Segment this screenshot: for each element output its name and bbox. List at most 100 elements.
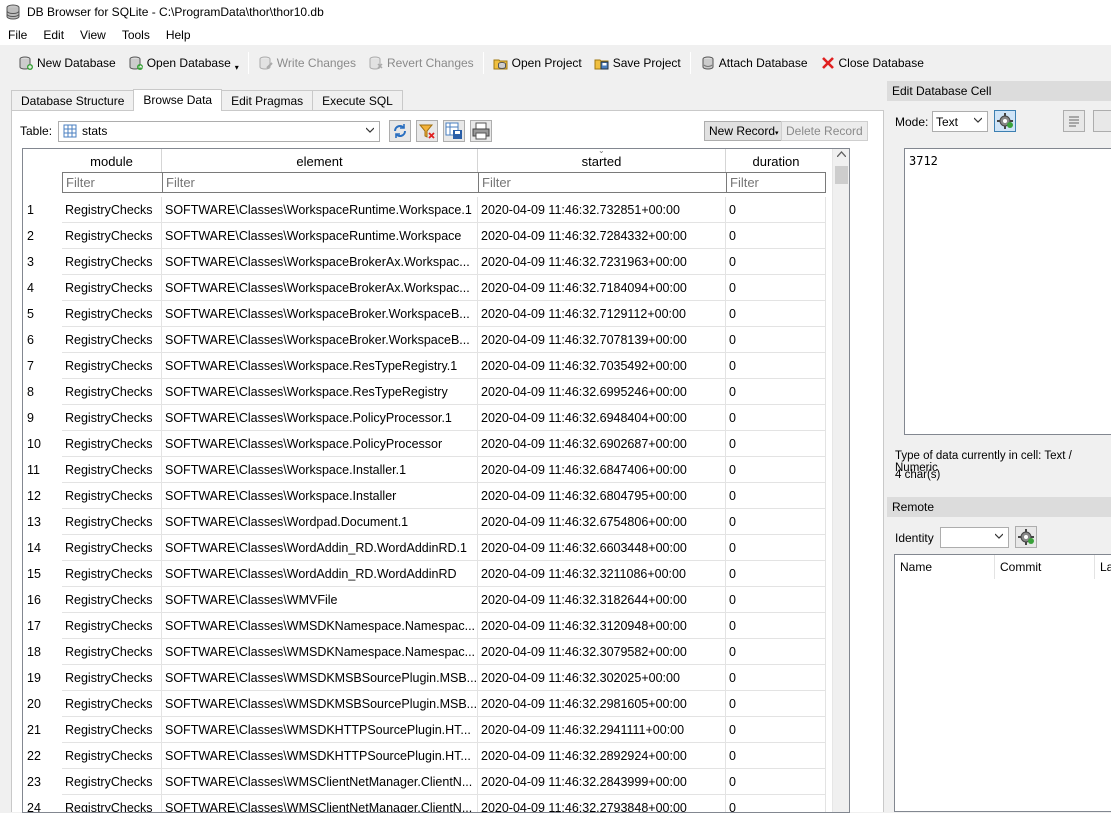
cell-module[interactable]: RegistryChecks (62, 301, 162, 327)
cell-element[interactable]: SOFTWARE\Classes\WMSDKNamespace.Namespac… (162, 613, 478, 639)
cell-element[interactable]: SOFTWARE\Classes\WMSClientNetManager.Cli… (162, 795, 478, 812)
cell-module[interactable]: RegistryChecks (62, 223, 162, 249)
cell-duration[interactable]: 0 (726, 483, 826, 509)
cell-started[interactable]: 2020-04-09 11:46:32.3182644+00:00 (478, 587, 726, 613)
cell-duration[interactable]: 0 (726, 613, 826, 639)
cell-started[interactable]: 2020-04-09 11:46:32.7035492+00:00 (478, 353, 726, 379)
cell-element[interactable]: SOFTWARE\Classes\WorkspaceBrokerAx.Works… (162, 275, 478, 301)
cell-started[interactable]: 2020-04-09 11:46:32.6804795+00:00 (478, 483, 726, 509)
cell-element[interactable]: SOFTWARE\Classes\Workspace.Installer (162, 483, 478, 509)
table-row[interactable]: 9 RegistryChecks SOFTWARE\Classes\Workspac… (23, 405, 826, 431)
table-row[interactable]: 1 RegistryChecks SOFTWARE\Classes\Workspac… (23, 197, 826, 223)
dropdown-arrow-icon[interactable]: ▾ (235, 63, 239, 72)
cell-element[interactable]: SOFTWARE\Classes\WMVFile (162, 587, 478, 613)
cell-duration[interactable]: 0 (726, 639, 826, 665)
cell-element[interactable]: SOFTWARE\Classes\WordAddin_RD.WordAddinR… (162, 561, 478, 587)
cell-duration[interactable]: 0 (726, 769, 826, 795)
save-table-button[interactable] (443, 120, 466, 142)
table-row[interactable]: 13 RegistryChecks SOFTWARE\Classes\Wordpad… (23, 509, 826, 535)
table-row[interactable]: 16 RegistryChecks SOFTWARE\Classes\WMVFile… (23, 587, 826, 613)
cell-started[interactable]: 2020-04-09 11:46:32.3211086+00:00 (478, 561, 726, 587)
cell-duration[interactable]: 0 (726, 561, 826, 587)
table-row[interactable]: 14 RegistryChecks SOFTWARE\Classes\WordAdd… (23, 535, 826, 561)
cell-started[interactable]: 2020-04-09 11:46:32.7284332+00:00 (478, 223, 726, 249)
cell-element[interactable]: SOFTWARE\Classes\Wordpad.Document.1 (162, 509, 478, 535)
cell-module[interactable]: RegistryChecks (62, 587, 162, 613)
cell-module[interactable]: RegistryChecks (62, 769, 162, 795)
cell-module[interactable]: RegistryChecks (62, 691, 162, 717)
menu-view[interactable]: View (72, 25, 114, 45)
cell-duration[interactable]: 0 (726, 249, 826, 275)
cell-module[interactable]: RegistryChecks (62, 483, 162, 509)
cell-started[interactable]: 2020-04-09 11:46:32.7078139+00:00 (478, 327, 726, 353)
cell-element[interactable]: SOFTWARE\Classes\Workspace.ResTypeRegist… (162, 353, 478, 379)
cell-duration[interactable]: 0 (726, 301, 826, 327)
cell-started[interactable]: 2020-04-09 11:46:32.6995246+00:00 (478, 379, 726, 405)
cell-started[interactable]: 2020-04-09 11:46:32.2843999+00:00 (478, 769, 726, 795)
cell-module[interactable]: RegistryChecks (62, 795, 162, 812)
table-row[interactable]: 10 RegistryChecks SOFTWARE\Classes\Workspa… (23, 431, 826, 457)
revert-changes-button[interactable]: Revert Changes (362, 50, 480, 76)
cell-duration[interactable]: 0 (726, 691, 826, 717)
table-row[interactable]: 7 RegistryChecks SOFTWARE\Classes\Workspac… (23, 353, 826, 379)
cell-element[interactable]: SOFTWARE\Classes\Workspace.PolicyProcess… (162, 405, 478, 431)
column-header-module[interactable]: module (62, 149, 162, 172)
cell-element[interactable]: SOFTWARE\Classes\WorkspaceBroker.Workspa… (162, 301, 478, 327)
column-header-duration[interactable]: duration (726, 149, 826, 172)
table-row[interactable]: 8 RegistryChecks SOFTWARE\Classes\Workspac… (23, 379, 826, 405)
remote-column-name[interactable]: Name (895, 555, 995, 579)
cell-started[interactable]: 2020-04-09 11:46:32.6603448+00:00 (478, 535, 726, 561)
filter-module-input[interactable] (62, 172, 163, 193)
cell-duration[interactable]: 0 (726, 275, 826, 301)
cell-started[interactable]: 2020-04-09 11:46:32.6847406+00:00 (478, 457, 726, 483)
cell-duration[interactable]: 0 (726, 795, 826, 812)
cell-started[interactable]: 2020-04-09 11:46:32.732851+00:00 (478, 197, 726, 223)
cell-duration[interactable]: 0 (726, 743, 826, 769)
table-row[interactable]: 11 RegistryChecks SOFTWARE\Classes\Workspa… (23, 457, 826, 483)
cell-element[interactable]: SOFTWARE\Classes\WMSDKHTTPSourcePlugin.H… (162, 743, 478, 769)
mode-select[interactable]: Text (932, 111, 988, 132)
cell-duration[interactable]: 0 (726, 379, 826, 405)
cell-module[interactable]: RegistryChecks (62, 535, 162, 561)
cell-element[interactable]: SOFTWARE\Classes\WMSClientNetManager.Cli… (162, 769, 478, 795)
cell-started[interactable]: 2020-04-09 11:46:32.302025+00:00 (478, 665, 726, 691)
cell-module[interactable]: RegistryChecks (62, 509, 162, 535)
refresh-button[interactable] (389, 120, 412, 142)
cell-started[interactable]: 2020-04-09 11:46:32.6902687+00:00 (478, 431, 726, 457)
cell-element[interactable]: SOFTWARE\Classes\Workspace.ResTypeRegist… (162, 379, 478, 405)
cell-element[interactable]: SOFTWARE\Classes\WMSDKHTTPSourcePlugin.H… (162, 717, 478, 743)
table-row[interactable]: 12 RegistryChecks SOFTWARE\Classes\Workspa… (23, 483, 826, 509)
cell-module[interactable]: RegistryChecks (62, 457, 162, 483)
cell-duration[interactable]: 0 (726, 457, 826, 483)
cell-module[interactable]: RegistryChecks (62, 613, 162, 639)
cell-duration[interactable]: 0 (726, 197, 826, 223)
filter-element-input[interactable] (162, 172, 479, 193)
cell-module[interactable]: RegistryChecks (62, 249, 162, 275)
cell-duration[interactable]: 0 (726, 405, 826, 431)
tab-database-structure[interactable]: Database Structure (11, 90, 135, 111)
remote-column-last[interactable]: La (1095, 555, 1111, 579)
cell-started[interactable]: 2020-04-09 11:46:32.2941111+00:00 (478, 717, 726, 743)
identity-settings-button[interactable] (1015, 526, 1037, 548)
cell-started[interactable]: 2020-04-09 11:46:32.3120948+00:00 (478, 613, 726, 639)
table-select[interactable]: stats (58, 120, 381, 142)
cell-started[interactable]: 2020-04-09 11:46:32.2892924+00:00 (478, 743, 726, 769)
cell-duration[interactable]: 0 (726, 327, 826, 353)
cell-element[interactable]: SOFTWARE\Classes\WMSDKNamespace.Namespac… (162, 639, 478, 665)
cell-duration[interactable]: 0 (726, 665, 826, 691)
table-row[interactable]: 18 RegistryChecks SOFTWARE\Classes\WMSDKNa… (23, 639, 826, 665)
tab-browse-data[interactable]: Browse Data (133, 89, 223, 111)
cell-module[interactable]: RegistryChecks (62, 405, 162, 431)
attach-database-button[interactable]: Attach Database (694, 50, 814, 76)
table-row[interactable]: 4 RegistryChecks SOFTWARE\Classes\Workspac… (23, 275, 826, 301)
cell-value-editor[interactable]: 3712 (904, 148, 1111, 435)
cell-started[interactable]: 2020-04-09 11:46:32.2793848+00:00 (478, 795, 726, 812)
cell-started[interactable]: 2020-04-09 11:46:32.3079582+00:00 (478, 639, 726, 665)
cell-element[interactable]: SOFTWARE\Classes\WordAddin_RD.WordAddinR… (162, 535, 478, 561)
cell-element[interactable]: SOFTWARE\Classes\WorkspaceBrokerAx.Works… (162, 249, 478, 275)
cell-started[interactable]: 2020-04-09 11:46:32.7129112+00:00 (478, 301, 726, 327)
table-row[interactable]: 5 RegistryChecks SOFTWARE\Classes\Workspac… (23, 301, 826, 327)
cell-module[interactable]: RegistryChecks (62, 743, 162, 769)
cell-module[interactable]: RegistryChecks (62, 327, 162, 353)
format-button[interactable] (1093, 110, 1111, 132)
